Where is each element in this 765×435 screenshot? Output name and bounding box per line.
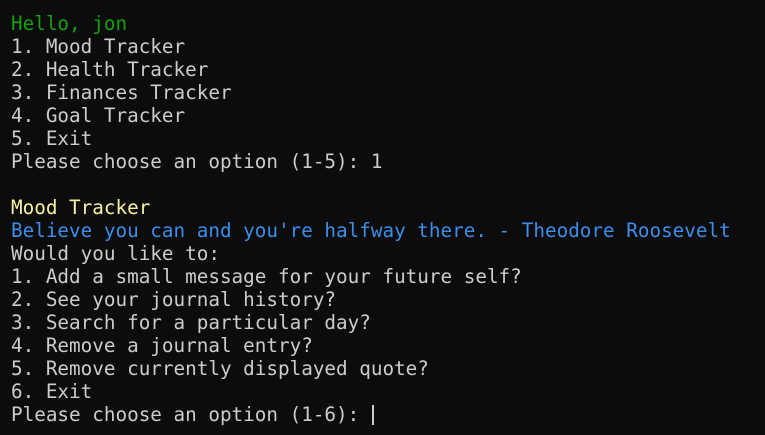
main-menu-item-exit: 5. Exit	[11, 127, 93, 150]
mood-menu-item-search-day: 3. Search for a particular day?	[11, 311, 371, 334]
main-prompt-input: 1	[370, 150, 383, 173]
main-prompt-text: Please choose an option (1-5):	[11, 150, 371, 173]
mood-menu-item-remove-entry: 4. Remove a journal entry?	[11, 334, 313, 357]
section-title: Mood Tracker	[11, 196, 151, 219]
mood-prompt-text: Please choose an option (1-6):	[11, 403, 371, 426]
main-menu-item-goal: 4. Goal Tracker	[11, 104, 186, 127]
submenu-intro: Would you like to:	[11, 242, 220, 265]
mood-menu-item-exit: 6. Exit	[11, 380, 93, 403]
main-menu-item-finances: 3. Finances Tracker	[11, 81, 232, 104]
mood-menu-item-journal-history: 2. See your journal history?	[11, 288, 337, 311]
mood-menu-item-add-message: 1. Add a small message for your future s…	[11, 265, 522, 288]
mood-prompt-line[interactable]: Please choose an option (1-6):	[11, 403, 765, 426]
mood-menu-item-remove-quote: 5. Remove currently displayed quote?	[11, 357, 429, 380]
greeting-text: Hello, jon	[11, 12, 128, 35]
text-cursor	[371, 405, 374, 425]
quote-text: Believe you can and you're halfway there…	[11, 219, 731, 242]
main-prompt-line: Please choose an option (1-5): 1	[11, 150, 765, 173]
terminal-window[interactable]: Hello, jon 1. Mood Tracker 2. Health Tra…	[0, 0, 765, 435]
main-menu-item-mood: 1. Mood Tracker	[11, 35, 186, 58]
main-menu-item-health: 2. Health Tracker	[11, 58, 209, 81]
